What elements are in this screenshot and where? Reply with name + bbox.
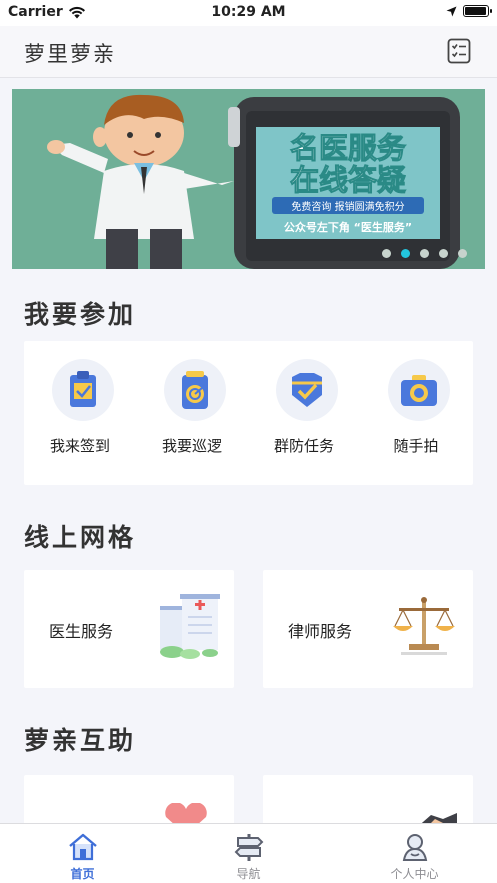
user-icon bbox=[402, 834, 428, 861]
join-item-label: 随手拍 bbox=[393, 437, 439, 455]
checklist-icon[interactable] bbox=[447, 38, 471, 64]
home-icon bbox=[69, 833, 97, 861]
section-title-grid: 线上网格 bbox=[24, 523, 137, 552]
tab-label: 导航 bbox=[236, 867, 261, 881]
tab-navigation[interactable]: 导航 bbox=[166, 824, 331, 883]
location-arrow-icon bbox=[446, 6, 457, 16]
tab-bar: 首页 导航 个人中心 bbox=[0, 823, 497, 883]
shield-check-icon bbox=[276, 359, 338, 421]
clipboard-check-icon bbox=[52, 359, 114, 421]
tab-label: 首页 bbox=[70, 867, 95, 881]
join-item-label: 我要巡逻 bbox=[161, 437, 222, 455]
section-title-mutual: 萝亲互助 bbox=[24, 726, 137, 755]
page-title: 萝里萝亲 bbox=[24, 42, 116, 66]
banner-pager-dot[interactable] bbox=[439, 249, 448, 258]
banner-artwork: 名医服务 在线答疑 免费咨询 报销圆满免积分 公众号左下角 “医生服务” bbox=[47, 94, 460, 269]
join-item-label: 我来签到 bbox=[49, 437, 110, 455]
status-bar: Carrier 10:29 AM bbox=[0, 0, 497, 26]
doctor-service-card[interactable]: 医生服务 bbox=[24, 570, 234, 688]
banner-pager[interactable] bbox=[382, 249, 467, 258]
tab-home[interactable]: 首页 bbox=[0, 824, 165, 883]
banner-line1: 名医服务 bbox=[290, 131, 406, 165]
join-item-label: 群防任务 bbox=[273, 437, 334, 455]
banner-line2: 在线答疑 bbox=[290, 163, 406, 197]
card-label: 医生服务 bbox=[49, 622, 114, 641]
banner-pager-dot[interactable] bbox=[458, 249, 467, 258]
tab-label: 个人中心 bbox=[390, 867, 439, 881]
section-title-join: 我要参加 bbox=[24, 300, 137, 329]
banner-pager-dot[interactable] bbox=[382, 249, 391, 258]
join-item-snapshot[interactable]: 随手拍 bbox=[360, 341, 472, 485]
promo-banner[interactable]: 名医服务 在线答疑 免费咨询 报销圆满免积分 公众号左下角 “医生服务” bbox=[12, 89, 485, 269]
lawyer-service-card[interactable]: 律师服务 bbox=[263, 570, 473, 688]
scales-icon bbox=[393, 597, 455, 655]
tab-profile[interactable]: 个人中心 bbox=[332, 824, 497, 883]
hospital-icon bbox=[160, 594, 220, 659]
banner-pager-dot[interactable] bbox=[401, 249, 410, 258]
banner-strip: 免费咨询 报销圆满免积分 bbox=[291, 200, 404, 213]
join-item-checkin[interactable]: 我来签到 bbox=[24, 341, 136, 485]
join-item-defense[interactable]: 群防任务 bbox=[248, 341, 360, 485]
banner-pager-dot[interactable] bbox=[420, 249, 429, 258]
patrol-radar-icon bbox=[164, 359, 226, 421]
nav-bar: 萝里萝亲 bbox=[0, 26, 497, 78]
camera-icon bbox=[388, 359, 450, 421]
banner-footer: 公众号左下角 “医生服务” bbox=[284, 220, 412, 234]
join-item-patrol[interactable]: 我要巡逻 bbox=[136, 341, 248, 485]
battery-icon bbox=[463, 5, 492, 17]
doctor-illustration bbox=[47, 94, 234, 269]
signpost-icon bbox=[234, 834, 264, 861]
clock: 10:29 AM bbox=[211, 4, 286, 20]
join-card: 我来签到 我要巡逻 群防任务 随手拍 bbox=[24, 341, 473, 485]
card-label: 律师服务 bbox=[288, 622, 353, 641]
battery-level bbox=[465, 7, 486, 15]
